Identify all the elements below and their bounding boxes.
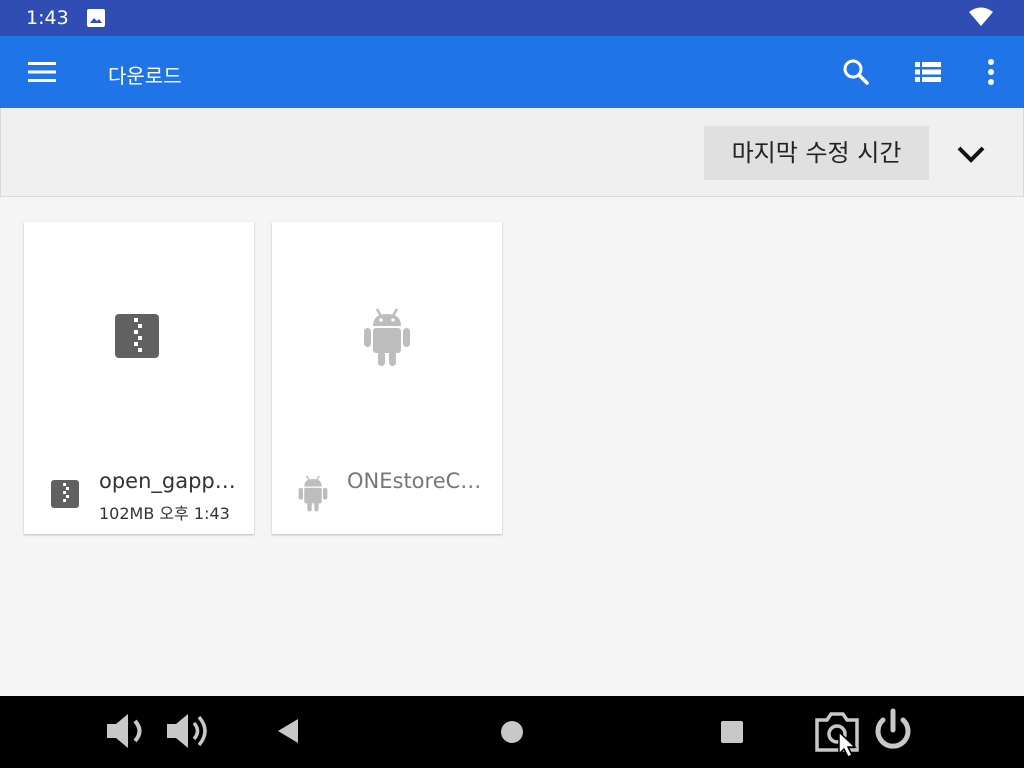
sort-by-button[interactable]: 마지막 수정 시간	[704, 126, 929, 180]
status-bar: 1:43	[0, 0, 1024, 36]
android-icon	[298, 475, 328, 512]
zip-file-icon	[51, 480, 79, 508]
navigation-bar	[0, 696, 1024, 768]
search-icon[interactable]	[838, 54, 874, 90]
sort-bar: 마지막 수정 시간	[0, 108, 1024, 197]
more-options-icon[interactable]	[976, 54, 1006, 90]
android-icon	[364, 308, 410, 366]
home-icon[interactable]	[487, 706, 537, 756]
image-notification-icon	[87, 9, 105, 27]
page-title: 다운로드	[108, 64, 182, 88]
power-icon[interactable]	[868, 706, 918, 756]
back-icon[interactable]	[264, 706, 314, 756]
app-bar: 다운로드	[0, 36, 1024, 108]
file-card[interactable]: open_gapp… 102MB 오후 1:43	[24, 222, 254, 534]
recents-icon[interactable]	[707, 706, 757, 756]
volume-up-icon[interactable]	[162, 706, 212, 756]
file-name: ONEstoreC…	[347, 469, 482, 493]
volume-down-icon[interactable]	[102, 706, 152, 756]
status-time: 1:43	[26, 7, 69, 29]
list-view-icon[interactable]	[910, 54, 946, 90]
wifi-icon	[969, 7, 993, 26]
file-name: open_gapp…	[99, 469, 236, 493]
zip-file-icon	[115, 314, 159, 358]
menu-icon[interactable]	[22, 54, 62, 90]
file-card[interactable]: ONEstoreC…	[272, 222, 502, 534]
screenshot-icon[interactable]	[812, 706, 862, 760]
chevron-down-icon[interactable]	[951, 136, 991, 172]
file-meta: 102MB 오후 1:43	[99, 504, 230, 523]
